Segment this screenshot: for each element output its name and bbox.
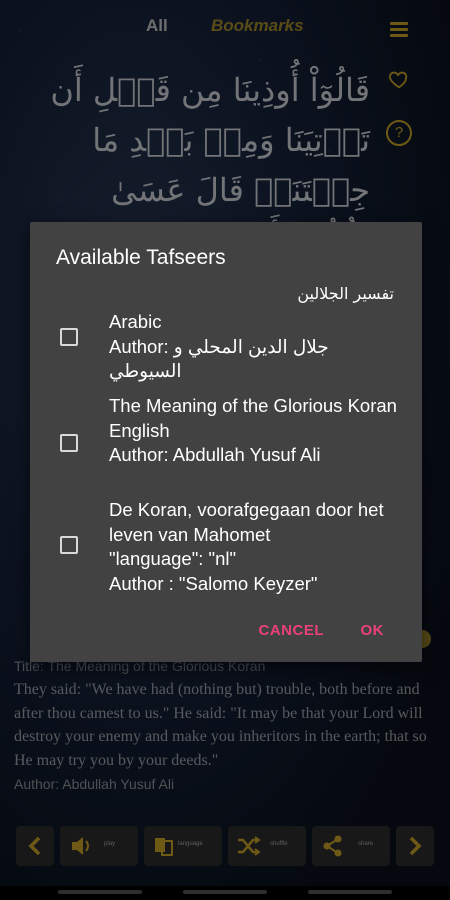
checkbox-dutch[interactable] [60, 536, 78, 554]
option-line: English [109, 419, 170, 441]
option-text: Arabic Author: جلال الدين المحلي و السيو… [109, 310, 399, 384]
ok-button[interactable]: OK [361, 622, 385, 639]
option-line: Arabic [109, 311, 162, 332]
cancel-button[interactable]: CANCEL [259, 622, 325, 639]
option-text: De Koran, voorafgegaan door het leven va… [109, 498, 399, 596]
tafseer-dialog: Available Tafseers تفسير الجلالين Arabic… [30, 222, 422, 662]
checkbox-arabic[interactable] [60, 328, 78, 346]
option-line: Author: جلال الدين المحلي و السيوطي [109, 335, 329, 382]
checkbox-english[interactable] [60, 434, 78, 452]
option-line: De Koran, voorafgegaan door het leven va… [109, 499, 384, 545]
option-line: Author : "Salomo Keyzer" [109, 572, 318, 594]
arabic-tafsir-name: تفسير الجلالين [297, 284, 394, 303]
option-line: "language": "nl" [109, 548, 237, 569]
option-text: The Meaning of the Glorious Koran Englis… [109, 394, 399, 468]
option-line: Author: Abdullah Yusuf Ali [109, 444, 321, 465]
option-line: The Meaning of the Glorious Koran [109, 395, 397, 416]
dialog-title: Available Tafseers [56, 246, 226, 269]
